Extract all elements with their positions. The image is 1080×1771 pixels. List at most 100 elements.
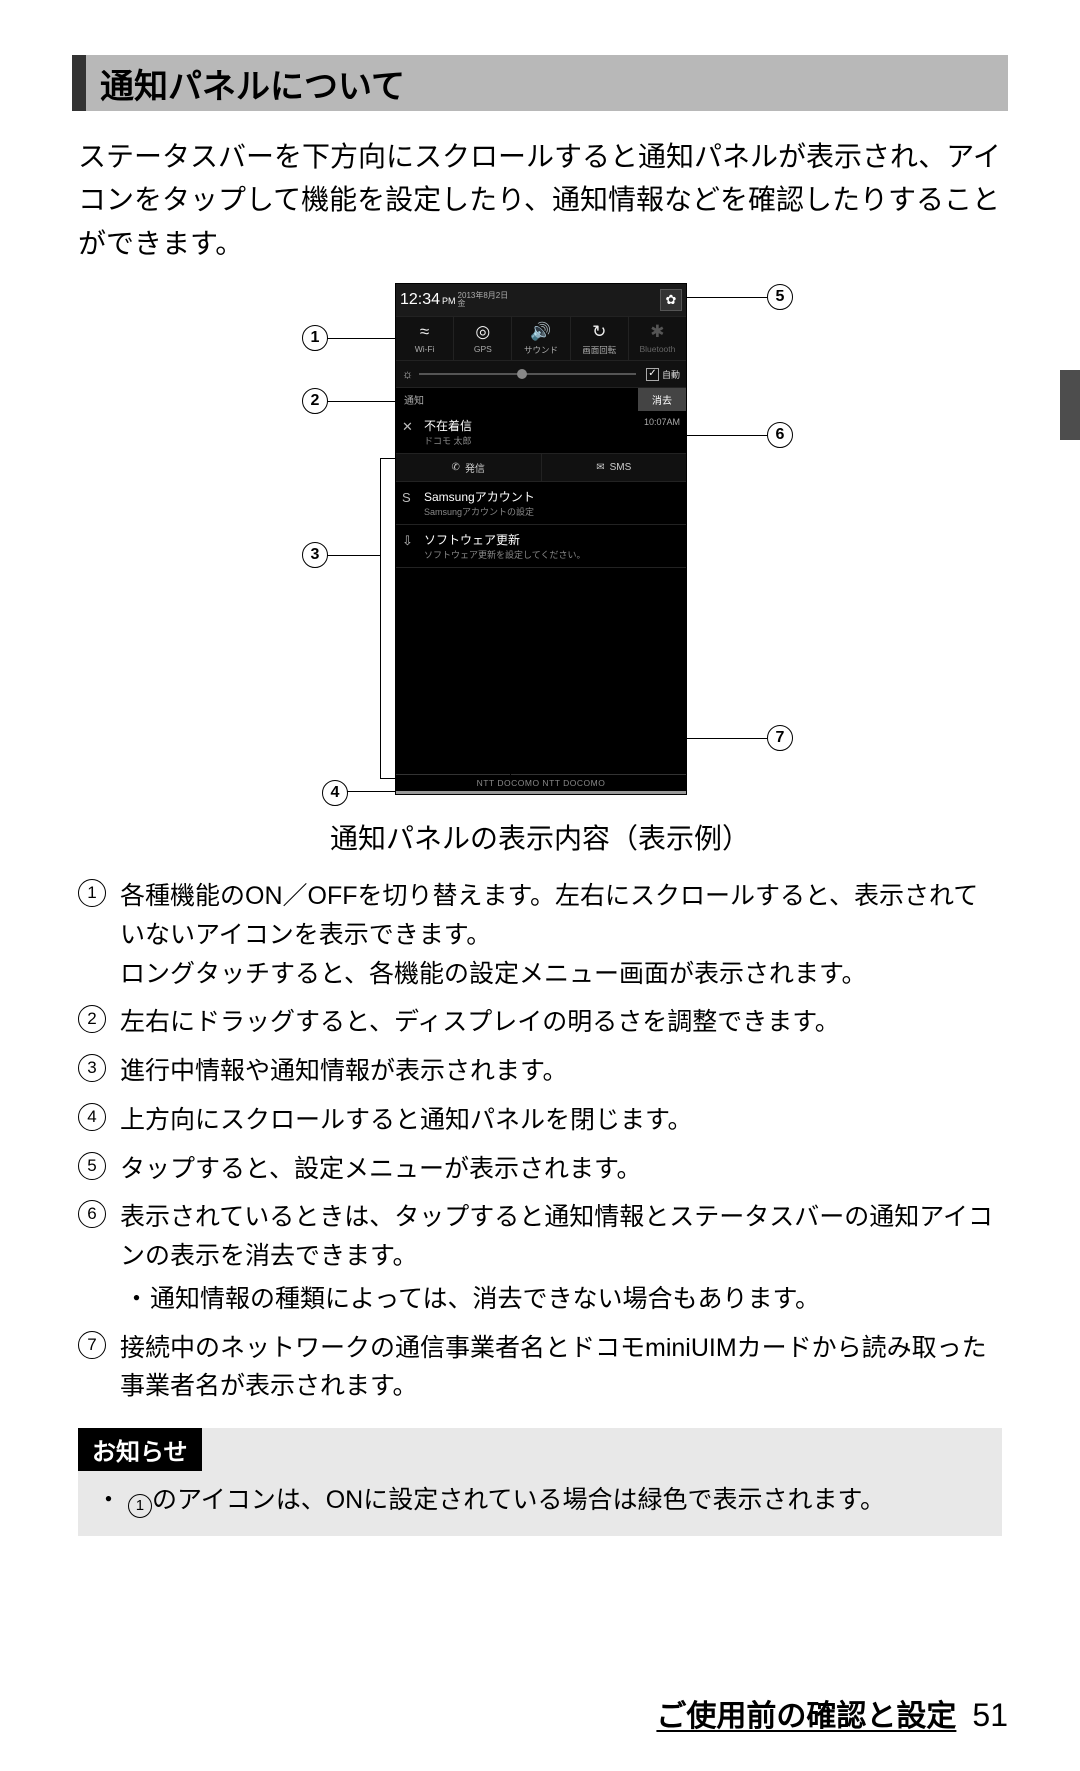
status-bar: 12:34PM 2013年8月2日金 ✿	[396, 284, 686, 316]
note-ref-number: 1	[128, 1494, 152, 1518]
brightness-icon: ☼	[402, 367, 413, 381]
leader-line	[510, 738, 687, 739]
checkbox-icon: ✓	[646, 368, 659, 381]
bluetooth-icon: ✱	[629, 322, 686, 342]
quick-toggle[interactable]: ↻ 画面回転	[571, 317, 629, 360]
description-item-text: 各種機能のON／OFFを切り替えます。左右にスクロールすると、表示されていないア…	[120, 882, 978, 988]
description-item-text: 左右にドラッグすると、ディスプレイの明るさを調整できます。	[120, 1008, 840, 1036]
rotate-icon: ↻	[571, 322, 628, 342]
missed-call-icon: ✕	[402, 419, 413, 435]
notification-tab-row: 通知 消去	[396, 388, 686, 411]
gps-icon: ◎	[454, 322, 511, 342]
notification-list: ✕不在着信ドコモ 太郎10:07AM✆発信✉SMSSSamsungアカウントSa…	[396, 411, 686, 568]
description-item-text: 進行中情報や通知情報が表示されます。	[120, 1057, 568, 1085]
notification-tab-label: 通知	[396, 388, 638, 411]
description-item-number: 4	[78, 1103, 106, 1131]
brightness-auto-label: 自動	[662, 368, 680, 381]
brightness-row[interactable]: ☼ ✓ 自動	[396, 361, 686, 388]
wifi-icon: ≈	[396, 322, 453, 342]
description-item: 4 上方向にスクロールすると通知パネルを閉じます。	[78, 1101, 1002, 1140]
page-thumb-tab	[1060, 370, 1080, 440]
callout-2: 2	[302, 388, 328, 414]
notification-panel-diagram: 12:34PM 2013年8月2日金 ✿ ≈Wi-Fi◎ GPS 🔊 サウンド ↻ 画面回…	[190, 283, 890, 813]
quick-toggle-row[interactable]: ≈Wi-Fi◎ GPS 🔊 サウンド ↻ 画面回転 ✱ Bluetooth	[396, 316, 686, 361]
notification-action[interactable]: ✆ 発信	[396, 454, 542, 481]
description-item: 3 進行中情報や通知情報が表示されます。	[78, 1052, 1002, 1091]
clear-button[interactable]: 消去	[638, 388, 686, 411]
leader-line	[325, 401, 395, 402]
callout-1: 1	[302, 325, 328, 351]
notification-title: Samsungアカウント	[424, 488, 680, 505]
quick-toggle-label: 画面回転	[582, 345, 616, 355]
notification-item[interactable]: ⇩ ソフトウェア更新ソフトウェア更新を設定してください。	[396, 525, 686, 568]
section-header: 通知パネルについて	[72, 55, 1008, 111]
description-item-number: 7	[78, 1331, 106, 1359]
description-item-text: 表示されているときは、タップすると通知情報とステータスバーの通知アイコンの表示を…	[120, 1203, 993, 1270]
notification-subtitle: ソフトウェア更新を設定してください。	[424, 548, 680, 561]
phone-icon: ✆	[452, 462, 460, 473]
section-title: 通知パネルについて	[100, 59, 405, 108]
note-body: ・ 1のアイコンは、ONに設定されている場合は緑色で表示されます。	[78, 1471, 1002, 1520]
description-item-subnote: 通知情報の種類によっては、消去できない場合もあります。	[120, 1280, 1002, 1319]
callout-7: 7	[767, 725, 793, 751]
sound-icon: 🔊	[512, 322, 569, 342]
leader-line	[687, 297, 767, 298]
description-item-number: 5	[78, 1152, 106, 1180]
description-item-number: 6	[78, 1200, 106, 1228]
quick-toggle-label: Bluetooth	[639, 344, 675, 354]
gear-icon[interactable]: ✿	[660, 289, 682, 311]
brightness-auto[interactable]: ✓ 自動	[646, 368, 680, 381]
notification-action-label: SMS	[610, 462, 632, 473]
page-number: 51	[972, 1697, 1008, 1734]
quick-toggle-label: GPS	[474, 344, 492, 354]
footer-section: ご使用前の確認と設定	[656, 1691, 956, 1735]
description-item: 7 接続中のネットワークの通信事業者名とドコモminiUIMカードから読み取った事…	[78, 1329, 1002, 1407]
leader-line	[345, 791, 395, 792]
leader-line	[510, 738, 511, 778]
description-item: 2 左右にドラッグすると、ディスプレイの明るさを調整できます。	[78, 1003, 1002, 1042]
description-item-number: 3	[78, 1054, 106, 1082]
callout-4: 4	[322, 780, 348, 806]
samsung-icon: S	[402, 490, 411, 505]
description-item-text: 接続中のネットワークの通信事業者名とドコモminiUIMカードから読み取った事業…	[120, 1334, 987, 1401]
notification-title: 不在着信	[424, 417, 680, 434]
callout-5: 5	[767, 284, 793, 310]
leader-line	[380, 778, 395, 779]
note-label: お知らせ	[78, 1428, 202, 1471]
page-footer: ご使用前の確認と設定 51	[656, 1691, 1008, 1735]
leader-line	[687, 435, 767, 436]
description-item: 6 表示されているときは、タップすると通知情報とステータスバーの通知アイコンの表示…	[78, 1198, 1002, 1318]
notification-action-row: ✆ 発信 ✉ SMS	[396, 454, 686, 482]
note-box: お知らせ ・ 1のアイコンは、ONに設定されている場合は緑色で表示されます。	[78, 1428, 1002, 1536]
leader-line	[687, 738, 767, 739]
section-header-accent	[72, 55, 86, 111]
quick-toggle[interactable]: ◎ GPS	[454, 317, 512, 360]
status-time: 12:34PM	[400, 291, 456, 309]
leader-line	[325, 338, 395, 339]
leader-line	[325, 555, 380, 556]
update-icon: ⇩	[402, 533, 413, 549]
leader-line	[380, 458, 381, 778]
notification-title: ソフトウェア更新	[424, 531, 680, 548]
description-item: 5タップすると、設定メニューが表示されます。	[78, 1150, 1002, 1189]
description-item: 1各種機能のON／OFFを切り替えます。左右にスクロールすると、表示されていない…	[78, 877, 1002, 993]
description-item-text: 上方向にスクロールすると通知パネルを閉じます。	[120, 1106, 693, 1134]
panel-handle[interactable]	[396, 791, 686, 794]
sms-icon: ✉	[596, 462, 604, 473]
notification-action-label: 発信	[465, 460, 485, 475]
carrier-label: NTT DOCOMO NTT DOCOMO	[396, 774, 686, 791]
diagram-caption: 通知パネルの表示内容（表示例）	[72, 817, 1008, 857]
notification-item[interactable]: S SamsungアカウントSamsungアカウントの設定	[396, 482, 686, 525]
quick-toggle[interactable]: ✱ Bluetooth	[629, 317, 686, 360]
quick-toggle[interactable]: ≈Wi-Fi	[396, 317, 454, 360]
description-item-number: 2	[78, 1005, 106, 1033]
brightness-slider[interactable]	[419, 373, 636, 375]
description-list: 1各種機能のON／OFFを切り替えます。左右にスクロールすると、表示されていない…	[72, 877, 1008, 1406]
callout-6: 6	[767, 422, 793, 448]
notification-item[interactable]: ✕不在着信ドコモ 太郎10:07AM	[396, 411, 686, 454]
notification-action[interactable]: ✉ SMS	[542, 454, 687, 481]
notification-subtitle: Samsungアカウントの設定	[424, 505, 680, 518]
quick-toggle[interactable]: 🔊 サウンド	[512, 317, 570, 360]
phone-screenshot: 12:34PM 2013年8月2日金 ✿ ≈Wi-Fi◎ GPS 🔊 サウンド ↻ 画面回…	[395, 283, 687, 795]
quick-toggle-label: サウンド	[524, 345, 558, 355]
